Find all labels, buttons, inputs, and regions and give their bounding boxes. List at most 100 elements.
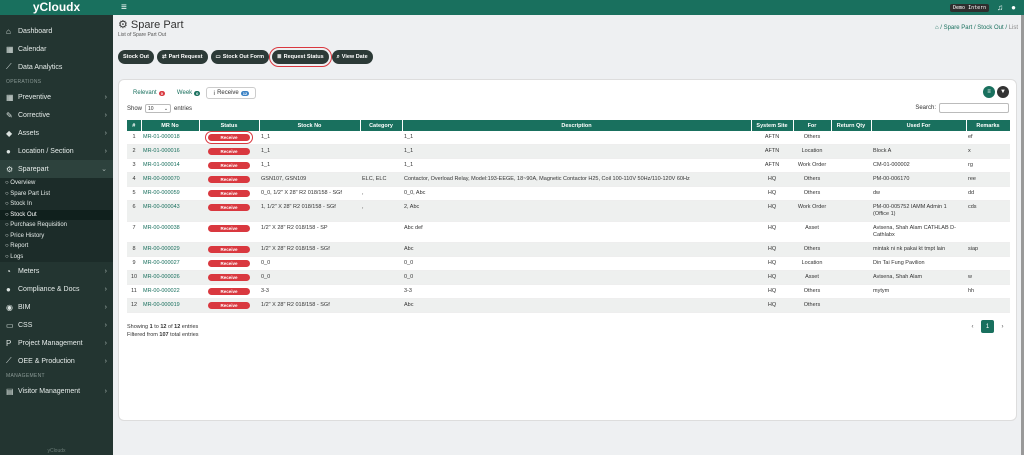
receive-status-button[interactable]: Receive — [208, 260, 250, 267]
part-request-button[interactable]: ⇄ Part Request — [156, 50, 208, 64]
cell-mr-no[interactable]: MR-01-000018 — [141, 131, 199, 145]
prev-page-icon[interactable]: ‹ — [966, 320, 979, 333]
submenu-stock-in[interactable]: ○ Stock In — [0, 199, 113, 210]
table-row[interactable]: 7 MR-00-000038 Receive 1/2" X 28" R2 018/15… — [127, 221, 1010, 243]
sidebar-item-location-section[interactable]: ● Location / Section › — [0, 142, 113, 160]
menu-toggle-icon[interactable]: ≡ — [121, 2, 127, 13]
receive-status-button[interactable]: Receive — [208, 148, 250, 155]
sidebar-item-calendar[interactable]: ▦ Calendar — [0, 40, 113, 58]
user-icon[interactable]: ● — [1011, 3, 1016, 12]
tab-receive[interactable]: ⅰ Receive 12 — [206, 87, 257, 99]
breadcrumb-spare-part[interactable]: Spare Part — [944, 25, 973, 31]
cell-mr-no[interactable]: MR-00-000027 — [141, 256, 199, 271]
table-row[interactable]: 10 MR-00-000026 Receive 0_0 0_0 HQ Asset Avisen… — [127, 270, 1010, 285]
receive-status-button[interactable]: Receive — [208, 302, 250, 309]
cell-mr-no[interactable]: MR-00-000019 — [141, 298, 199, 313]
page-length-select[interactable]: 10 ⌄ — [145, 104, 172, 113]
col-for[interactable]: For — [793, 120, 832, 131]
sidebar-item-oee-production[interactable]: ⟋ OEE & Production › — [0, 352, 113, 370]
tab-week[interactable]: Week 0 — [171, 87, 206, 99]
mr-link[interactable]: MR-01-000014 — [143, 162, 180, 168]
filter-icon[interactable]: ▼ — [997, 86, 1009, 98]
submenu-spare-part-list[interactable]: ○ Spare Part List — [0, 189, 113, 200]
col-mr-no[interactable]: MR No — [141, 120, 200, 131]
mr-link[interactable]: MR-00-000027 — [143, 260, 180, 266]
cell-mr-no[interactable]: MR-00-000026 — [141, 270, 199, 285]
submenu-overview[interactable]: ○ Overview — [0, 178, 113, 189]
col-system-site[interactable]: System Site — [751, 120, 794, 131]
home-icon[interactable]: ⌂ — [935, 25, 939, 31]
stock-out-form-button[interactable]: ▭ Stock Out Form — [210, 50, 269, 64]
receive-status-button[interactable]: Receive — [205, 131, 253, 144]
table-row[interactable]: 4 MR-00-000070 Receive GSN107, GSN109 ELC, E… — [127, 172, 1010, 187]
sidebar-item-project-management[interactable]: P Project Management › — [0, 334, 113, 352]
sidebar-item-preventive[interactable]: ▦ Preventive › — [0, 88, 113, 106]
mr-link[interactable]: MR-01-000018 — [143, 134, 180, 140]
view-date-button[interactable]: ⌕ View Date — [331, 50, 373, 64]
mr-link[interactable]: MR-00-000059 — [143, 190, 180, 196]
table-row[interactable]: 2 MR-01-000016 Receive 1_1 1_1 AFTN Location Bl… — [127, 144, 1010, 159]
col-index[interactable]: # — [127, 120, 142, 131]
page-button-current[interactable]: 1 — [981, 320, 994, 333]
col-description[interactable]: Description — [402, 120, 752, 131]
sidebar-item-sparepart[interactable]: ⚙ Sparepart ⌄ — [0, 160, 113, 178]
submenu-stock-out[interactable]: ○ Stock Out — [0, 209, 113, 220]
sidebar-item-dashboard[interactable]: ⌂ Dashboard — [0, 22, 113, 40]
cell-mr-no[interactable]: MR-00-000070 — [141, 172, 199, 187]
search-input[interactable] — [939, 103, 1009, 113]
mr-link[interactable]: MR-00-000043 — [143, 204, 180, 210]
col-used-for[interactable]: Used For — [871, 120, 967, 131]
table-row[interactable]: 12 MR-00-000019 Receive 1/2" X 28" R2 018/1… — [127, 298, 1010, 313]
receive-status-button[interactable]: Receive — [208, 274, 250, 281]
sidebar-item-meters[interactable]: ◔ Meters › — [0, 262, 113, 280]
next-page-icon[interactable]: › — [996, 320, 1009, 333]
breadcrumb-stock-out[interactable]: Stock Out — [977, 25, 1003, 31]
table-row[interactable]: 1 MR-01-000018 Receive 1_1 1_1 AFTN Others ef — [127, 131, 1010, 145]
table-row[interactable]: 11 MR-00-000022 Receive 3-3 3-3 HQ Others mytym… — [127, 284, 1010, 299]
col-category[interactable]: Category — [360, 120, 403, 131]
sidebar-item-bim[interactable]: ◉ BIM › — [0, 298, 113, 316]
submenu-purchase-requisition[interactable]: ○ Purchase Requisition — [0, 220, 113, 231]
cell-mr-no[interactable]: MR-01-000016 — [141, 144, 199, 159]
cell-mr-no[interactable]: MR-00-000029 — [141, 242, 199, 257]
receive-status-button[interactable]: Receive — [208, 225, 250, 232]
mr-link[interactable]: MR-00-000019 — [143, 302, 180, 308]
cell-mr-no[interactable]: MR-00-000038 — [141, 221, 199, 243]
col-return-qty[interactable]: Return Qty — [831, 120, 872, 131]
mr-link[interactable]: MR-00-000029 — [143, 246, 180, 252]
cell-mr-no[interactable]: MR-00-000043 — [141, 200, 199, 222]
mr-link[interactable]: MR-00-000026 — [143, 274, 180, 280]
user-badge[interactable]: Demo Intern — [950, 3, 990, 12]
sidebar-item-visitor-management[interactable]: ▤ Visitor Management › — [0, 382, 113, 400]
sidebar-item-css[interactable]: ▭ CSS › — [0, 316, 113, 334]
table-row[interactable]: 3 MR-01-000014 Receive 1_1 1_1 AFTN Work Order… — [127, 158, 1010, 173]
tab-relevant[interactable]: Relevant 0 — [127, 87, 171, 99]
col-stock-no[interactable]: Stock No — [259, 120, 361, 131]
list-view-icon[interactable]: ≡ — [983, 86, 995, 98]
mr-link[interactable]: MR-00-000038 — [143, 225, 180, 231]
col-status[interactable]: Status — [199, 120, 260, 131]
sidebar-item-corrective[interactable]: ✎ Corrective › — [0, 106, 113, 124]
receive-status-button[interactable]: Receive — [208, 204, 250, 211]
sidebar-item-data-analytics[interactable]: ⟋ Data Analytics — [0, 58, 113, 76]
sidebar-item-assets[interactable]: ◆ Assets › — [0, 124, 113, 142]
mr-link[interactable]: MR-00-000070 — [143, 176, 180, 182]
cell-mr-no[interactable]: MR-00-000059 — [141, 186, 199, 201]
receive-status-button[interactable]: Receive — [208, 246, 250, 253]
cell-mr-no[interactable]: MR-00-000022 — [141, 284, 199, 299]
receive-status-button[interactable]: Receive — [208, 288, 250, 295]
receive-status-button[interactable]: Receive — [208, 176, 250, 183]
submenu-price-history[interactable]: ○ Price History — [0, 231, 113, 242]
table-row[interactable]: 5 MR-00-000059 Receive 0_0, 1/2" X 28" R2 0… — [127, 186, 1010, 201]
bell-icon[interactable]: ♫ — [997, 3, 1003, 12]
receive-status-button[interactable]: Receive — [208, 190, 250, 197]
table-row[interactable]: 8 MR-00-000029 Receive 1/2" X 28" R2 018/15… — [127, 242, 1010, 257]
request-status-button[interactable]: ≣ Request Status — [269, 47, 332, 67]
mr-link[interactable]: MR-01-000016 — [143, 148, 180, 154]
cell-mr-no[interactable]: MR-01-000014 — [141, 158, 199, 173]
submenu-report[interactable]: ○ Report — [0, 241, 113, 252]
stock-out-button[interactable]: Stock Out — [118, 50, 154, 64]
table-row[interactable]: 6 MR-00-000043 Receive 1, 1/2" X 28" R2 018… — [127, 200, 1010, 222]
receive-status-button[interactable]: Receive — [208, 162, 250, 169]
submenu-logs[interactable]: ○ Logs — [0, 252, 113, 263]
